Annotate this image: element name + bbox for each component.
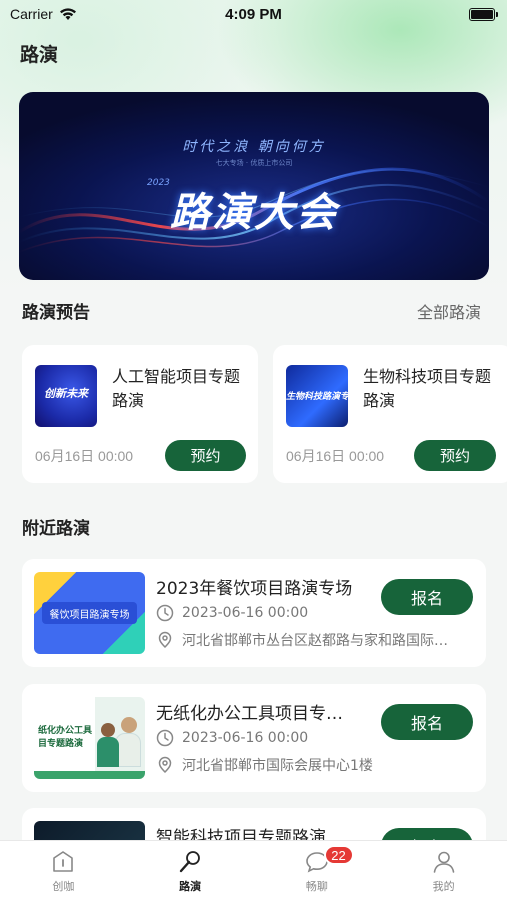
tab-mine[interactable]: 我的 xyxy=(380,841,507,900)
location-pin-icon xyxy=(158,756,172,774)
nearby-date: 2023-06-16 00:00 xyxy=(182,730,309,746)
clock-icon xyxy=(156,729,174,747)
nearby-list-item[interactable]: 餐饮项目路演专场 2023年餐饮项目路演专场 2023-06-16 00:00 … xyxy=(22,559,486,667)
preview-section-header: 路演预告 全部路演 xyxy=(22,298,481,324)
tab-label: 路演 xyxy=(179,880,202,893)
all-roadshows-link[interactable]: 全部路演 xyxy=(417,299,481,323)
preview-title: 人工智能项目专题路演 xyxy=(112,367,241,410)
tab-bar: 创咖 路演 22 畅聊 我的 xyxy=(0,840,507,900)
nearby-address: 河北省邯郸市丛台区赵都路与家和路国际… xyxy=(182,633,448,649)
nearby-thumbnail: 纸化办公工具 目专题路演 xyxy=(34,697,145,779)
nearby-section-title: 附近路演 xyxy=(22,519,90,539)
nearby-date: 2023-06-16 00:00 xyxy=(182,605,309,621)
preview-thumbnail: 创新未来 xyxy=(35,365,97,427)
reserve-button[interactable]: 预约 xyxy=(165,440,246,471)
preview-thumb-text: 创新未来 xyxy=(44,387,88,400)
preview-time: 06月16日 00:00 xyxy=(286,448,385,464)
tab-roadshow[interactable]: 路演 xyxy=(127,841,254,900)
nearby-address-row: 河北省邯郸市丛台区赵都路与家和路国际… xyxy=(156,630,466,650)
nearby-address-row: 河北省邯郸市国际会展中心1楼 xyxy=(156,755,466,775)
nearby-section-header: 附近路演 xyxy=(22,514,481,539)
tab-label: 我的 xyxy=(432,880,455,893)
tab-chat[interactable]: 22 畅聊 xyxy=(254,841,381,900)
nearby-title: 无纸化办公工具项目专… xyxy=(156,704,343,724)
nearby-thumbnail: 餐饮项目路演专场 xyxy=(34,572,145,654)
unread-badge: 22 xyxy=(323,845,354,865)
banner-subtitle: 时代之浪 朝向何方 xyxy=(182,139,326,155)
tab-label: 畅聊 xyxy=(305,880,328,893)
preview-section-title: 路演预告 xyxy=(22,303,90,323)
info-square-icon xyxy=(53,851,74,872)
preview-thumbnail: 生物科技路演专 xyxy=(286,365,348,427)
person-icon xyxy=(433,851,454,873)
preview-card[interactable]: 生物科技路演专 生物科技项目专题路演 06月16日 00:00 预约 xyxy=(273,345,507,483)
microphone-icon xyxy=(179,851,201,873)
status-bar: Carrier 4:09 PM xyxy=(0,0,507,28)
carrier-label: Carrier xyxy=(10,6,53,22)
clock-icon xyxy=(156,604,174,622)
nearby-thumb-text: 餐饮项目路演专场 xyxy=(42,602,137,624)
wifi-icon xyxy=(59,8,76,20)
nearby-list-item[interactable]: 纸化办公工具 目专题路演 无纸化办公工具项目专… 2023-06-16 00:0… xyxy=(22,684,486,792)
banner-small-text: 七大专场 · 优质上市公司 xyxy=(215,159,293,167)
preview-card[interactable]: 创新未来 人工智能项目专题路演 06月16日 00:00 预约 xyxy=(22,345,258,483)
banner-title: 路演大会 xyxy=(170,190,338,236)
nearby-title: 2023年餐饮项目路演专场 xyxy=(156,579,353,599)
tab-label: 创咖 xyxy=(52,880,75,893)
reserve-button[interactable]: 预约 xyxy=(414,440,496,471)
banner[interactable]: 时代之浪 朝向何方 七大专场 · 优质上市公司 2023 路演大会 xyxy=(19,92,489,280)
register-button[interactable]: 报名 xyxy=(381,579,473,615)
page-title: 路演 xyxy=(20,44,59,66)
battery-icon xyxy=(469,7,498,21)
register-button[interactable]: 报名 xyxy=(381,704,473,740)
location-pin-icon xyxy=(158,631,172,649)
preview-time: 06月16日 00:00 xyxy=(35,448,134,464)
nearby-address: 河北省邯郸市国际会展中心1楼 xyxy=(182,758,373,774)
tab-chuangka[interactable]: 创咖 xyxy=(0,841,127,900)
nearby-thumb-text: 纸化办公工具 目专题路演 xyxy=(38,726,93,749)
preview-title: 生物科技项目专题路演 xyxy=(363,367,492,410)
preview-thumb-text: 生物科技路演专 xyxy=(286,392,348,402)
